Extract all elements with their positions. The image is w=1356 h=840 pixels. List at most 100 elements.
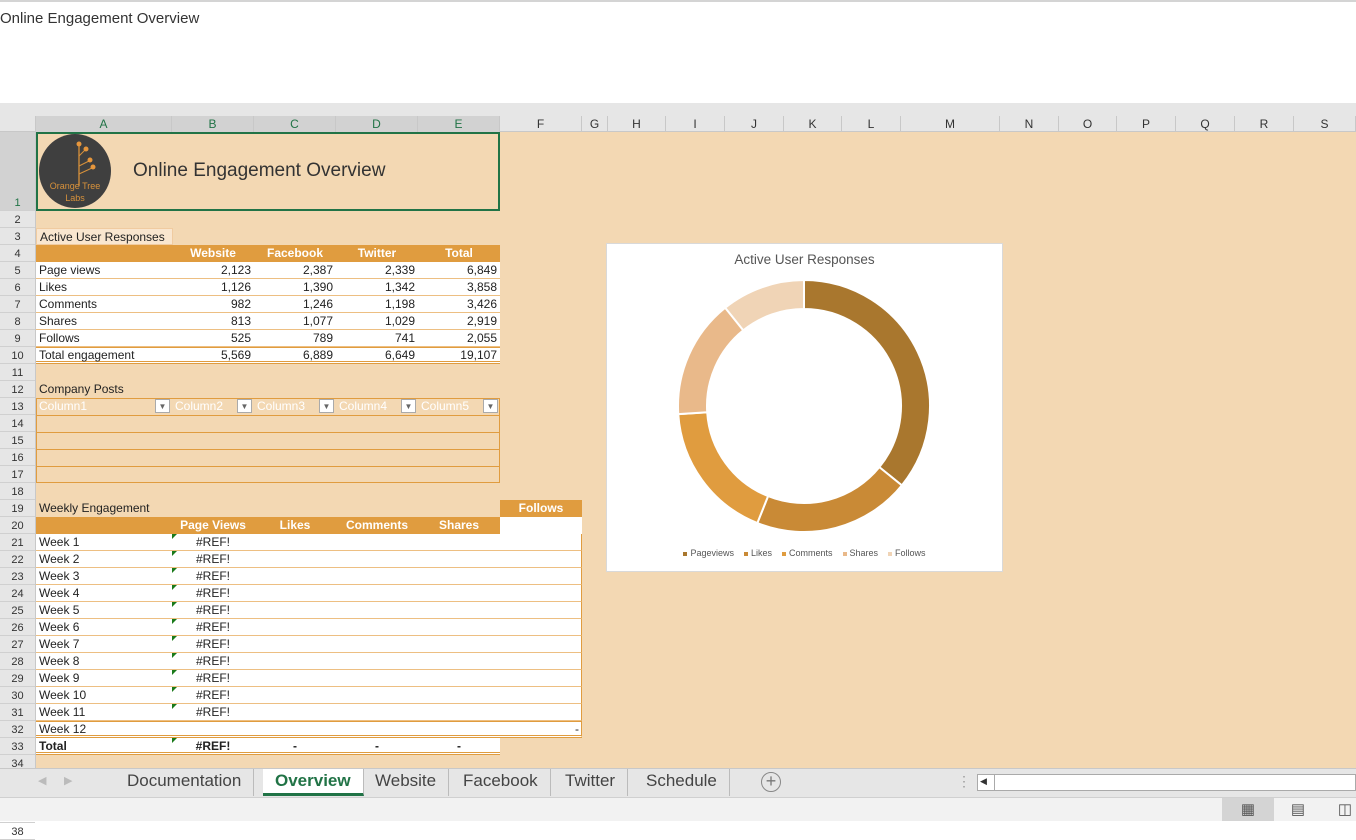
value-cell[interactable]: 6,849 [418, 262, 500, 279]
filter-dropdown-icon[interactable]: ▼ [401, 399, 416, 413]
error-indicator-icon[interactable] [172, 585, 177, 590]
value-cell[interactable]: #REF! [172, 585, 254, 602]
column-header-J[interactable]: J [725, 116, 784, 132]
value-cell[interactable]: #REF! [172, 687, 254, 704]
row-label[interactable]: Week 6 [36, 619, 172, 636]
column-header-cell[interactable]: Comments [336, 517, 418, 534]
row-label[interactable]: Week 2 [36, 551, 172, 568]
column-header-cell[interactable]: Follows [500, 500, 582, 517]
row-header-1[interactable]: 1 [0, 132, 35, 211]
column-header-L[interactable]: L [842, 116, 901, 132]
value-cell[interactable]: 1,246 [254, 296, 336, 313]
donut-slice-follows[interactable] [723, 279, 805, 332]
value-cell[interactable]: 2,919 [418, 313, 500, 330]
row-header-6[interactable]: 6 [0, 279, 35, 296]
row-header-33[interactable]: 33 [0, 738, 35, 755]
row-header-29[interactable]: 29 [0, 670, 35, 687]
value-cell[interactable]: 525 [172, 330, 254, 347]
row-header-28[interactable]: 28 [0, 653, 35, 670]
value-cell[interactable]: #REF! [172, 619, 254, 636]
column-header-G[interactable]: G [582, 116, 608, 132]
row-header-9[interactable]: 9 [0, 330, 35, 347]
row-label[interactable]: Week 5 [36, 602, 172, 619]
column-header-B[interactable]: B [172, 116, 254, 132]
column-header-F[interactable]: F [500, 116, 582, 132]
value-cell[interactable]: 813 [172, 313, 254, 330]
scroll-left-icon[interactable]: ◀ [980, 776, 987, 787]
error-indicator-icon[interactable] [172, 738, 177, 743]
column-header-cell[interactable]: Website [172, 245, 254, 262]
row-header-19[interactable]: 19 [0, 500, 35, 517]
value-cell[interactable]: 1,198 [336, 296, 418, 313]
row-label[interactable]: Week 9 [36, 670, 172, 687]
value-cell[interactable]: 6,649 [336, 347, 418, 364]
column-header-O[interactable]: O [1059, 116, 1117, 132]
sheet-tab-schedule[interactable]: Schedule [634, 769, 730, 796]
value-cell[interactable]: 1,390 [254, 279, 336, 296]
error-indicator-icon[interactable] [172, 687, 177, 692]
value-cell[interactable]: 1,126 [172, 279, 254, 296]
value-cell[interactable]: 982 [172, 296, 254, 313]
column-header-A[interactable]: A [36, 116, 172, 132]
error-indicator-icon[interactable] [172, 636, 177, 641]
company-posts-label[interactable]: Company Posts [36, 381, 172, 398]
filter-dropdown-icon[interactable]: ▼ [155, 399, 170, 413]
value-cell[interactable]: 789 [254, 330, 336, 347]
column-header-P[interactable]: P [1117, 116, 1176, 132]
sheet-tab-documentation[interactable]: Documentation [115, 769, 255, 796]
donut-chart[interactable]: Active User Responses Pageviews Likes Comm… [606, 243, 1003, 572]
donut-slice-likes[interactable] [756, 465, 904, 533]
value-cell[interactable]: 5,569 [172, 347, 254, 364]
value-cell[interactable]: - [336, 738, 418, 755]
column-header-cell[interactable]: Shares [418, 517, 500, 534]
worksheet-grid[interactable]: Orange Tree Labs Online Engagement Overv… [36, 132, 1356, 768]
row-header-20[interactable]: 20 [0, 517, 35, 534]
error-indicator-icon[interactable] [172, 534, 177, 539]
error-indicator-icon[interactable] [172, 653, 177, 658]
row-header-23[interactable]: 23 [0, 568, 35, 585]
value-cell[interactable]: 2,387 [254, 262, 336, 279]
row-label[interactable]: Week 10 [36, 687, 172, 704]
column-header-E[interactable]: E [418, 116, 500, 132]
row-header-11[interactable]: 11 [0, 364, 35, 381]
sheet-tab-website[interactable]: Website [363, 769, 450, 796]
page-layout-view-button[interactable]: ▤ [1286, 798, 1310, 821]
value-cell[interactable]: 19,107 [418, 347, 500, 364]
value-cell[interactable]: 2,055 [418, 330, 500, 347]
value-cell[interactable]: 6,889 [254, 347, 336, 364]
row-header-26[interactable]: 26 [0, 619, 35, 636]
donut-slice-pageviews[interactable] [803, 279, 931, 487]
column-header-cell[interactable]: Facebook [254, 245, 336, 262]
row-header-15[interactable]: 15 [0, 432, 35, 449]
row-header-5[interactable]: 5 [0, 262, 35, 279]
row-label[interactable]: Shares [36, 313, 172, 330]
value-cell[interactable]: 2,123 [172, 262, 254, 279]
donut-slice-comments[interactable] [677, 411, 770, 525]
error-indicator-icon[interactable] [172, 568, 177, 573]
row-label[interactable]: Week 1 [36, 534, 172, 551]
column-header-R[interactable]: R [1235, 116, 1294, 132]
column-header-M[interactable]: M [901, 116, 1000, 132]
row-label[interactable]: Week 7 [36, 636, 172, 653]
value-cell[interactable]: #REF! [172, 551, 254, 568]
select-all-corner[interactable] [0, 116, 36, 132]
column-header-cell[interactable]: Likes [254, 517, 336, 534]
row-header-38[interactable]: 38 [0, 823, 35, 840]
value-cell[interactable]: #REF! [172, 670, 254, 687]
column-header-I[interactable]: I [666, 116, 725, 132]
row-header-17[interactable]: 17 [0, 466, 35, 483]
row-header-3[interactable]: 3 [0, 228, 35, 245]
row-header-21[interactable]: 21 [0, 534, 35, 551]
value-cell[interactable]: #REF! [172, 636, 254, 653]
error-indicator-icon[interactable] [172, 704, 177, 709]
column-header-K[interactable]: K [784, 116, 842, 132]
column-header-H[interactable]: H [608, 116, 666, 132]
value-cell[interactable]: #REF! [172, 534, 254, 551]
value-cell[interactable]: 741 [336, 330, 418, 347]
filter-dropdown-icon[interactable]: ▼ [319, 399, 334, 413]
row-header-32[interactable]: 32 [0, 721, 35, 738]
row-header-27[interactable]: 27 [0, 636, 35, 653]
row-label[interactable]: Week 12 [36, 721, 172, 738]
row-label[interactable]: Total engagement [36, 347, 172, 364]
row-header-31[interactable]: 31 [0, 704, 35, 721]
